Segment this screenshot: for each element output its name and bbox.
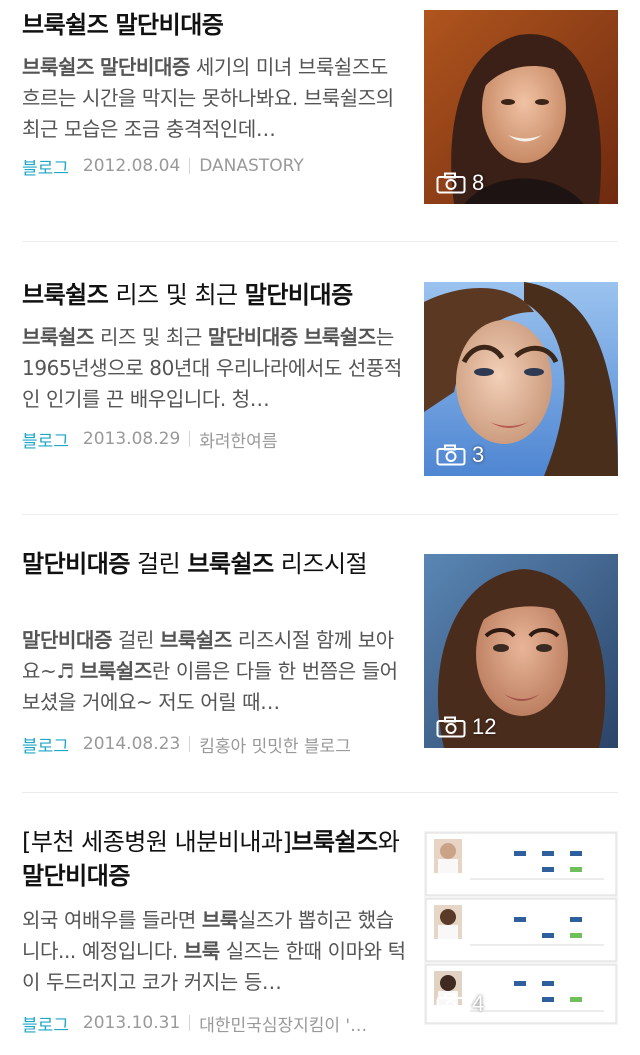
source-link[interactable]: 블로그 — [22, 427, 69, 452]
result-thumbnail[interactable]: 8 — [424, 10, 618, 204]
result-item[interactable]: [부천 세종병원 내분비내과]브룩쉴즈와 말단비대증 외국 여배우를 들라면 브… — [22, 825, 618, 1055]
result-divider — [22, 514, 618, 515]
meta-separator — [189, 736, 191, 752]
meta-separator — [189, 431, 191, 447]
result-snippet: 외국 여배우를 들라면 브룩실즈가 뽑히곤 했습니다... 예정입니다. 브룩 … — [22, 908, 406, 994]
result-thumbnail[interactable]: 12 — [424, 554, 618, 748]
source-link[interactable]: 블로그 — [22, 1011, 69, 1036]
result-item[interactable]: 말단비대증 걸린 브룩쉴즈 리즈시절 말단비대증 걸린 브룩쉴즈 리즈시절 함께… — [22, 547, 618, 777]
photo-count-number: 3 — [472, 442, 485, 467]
result-title[interactable]: 말단비대증 걸린 브룩쉴즈 리즈시절 — [22, 547, 407, 581]
result-item[interactable]: 브룩쉴즈 리즈 및 최근 말단비대증 브룩쉴즈 리즈 및 최근 말단비대증 브룩… — [22, 278, 618, 478]
result-divider — [22, 241, 618, 242]
meta-separator — [189, 158, 191, 174]
result-title[interactable]: 브룩쉴즈 말단비대증 — [22, 8, 407, 42]
result-snippet: 말단비대증 걸린 브룩쉴즈 리즈시절 함께 보아요~♬ 브룩쉴즈란 이름은 다들… — [22, 628, 398, 714]
meta-separator — [189, 1015, 191, 1031]
photo-count: 8 — [436, 170, 484, 196]
result-snippet: 브룩쉴즈 말단비대증 세기의 미녀 브룩쉴즈도 흐르는 시간을 막지는 못하나봐… — [22, 55, 394, 141]
source-link[interactable]: 블로그 — [22, 732, 69, 757]
camera-icon — [436, 172, 466, 194]
result-thumbnail[interactable]: 3 — [424, 282, 618, 476]
post-date: 2013.08.29 — [82, 429, 181, 449]
blog-author[interactable]: 대한민국심장지킴이 '… — [199, 1011, 367, 1036]
result-meta: 블로그 2012.08.04 DANASTORY — [22, 153, 407, 179]
blog-author[interactable]: 화려한여름 — [199, 427, 277, 452]
blog-author[interactable]: DANASTORY — [199, 156, 303, 176]
result-meta: 블로그 2014.08.23 킴홍아 밋밋한 블로그 — [22, 731, 407, 757]
blog-author[interactable]: 킴홍아 밋밋한 블로그 — [199, 732, 351, 757]
result-meta: 블로그 2013.10.31 대한민국심장지킴이 '… — [22, 1010, 407, 1036]
result-title[interactable]: [부천 세종병원 내분비내과]브룩쉴즈와 말단비대증 — [22, 825, 407, 893]
result-title[interactable]: 브룩쉴즈 리즈 및 최근 말단비대증 — [22, 278, 407, 312]
photo-count-number: 8 — [472, 170, 485, 195]
photo-count: 12 — [436, 714, 496, 740]
result-thumbnail[interactable]: 4 — [424, 831, 618, 1025]
photo-count-number: 4 — [472, 991, 485, 1016]
post-date: 2014.08.23 — [82, 734, 181, 754]
result-item[interactable]: 브룩쉴즈 말단비대증 브룩쉴즈 말단비대증 세기의 미녀 브룩쉴즈도 흐르는 시… — [22, 8, 618, 208]
photo-count: 4 — [436, 991, 484, 1017]
photo-count: 3 — [436, 442, 484, 468]
camera-icon — [436, 444, 466, 466]
camera-icon — [436, 993, 466, 1015]
post-date: 2013.10.31 — [82, 1013, 181, 1033]
post-date: 2012.08.04 — [82, 156, 181, 176]
result-snippet: 브룩쉴즈 리즈 및 최근 말단비대증 브룩쉴즈는 1965년생으로 80년대 우… — [22, 325, 402, 411]
camera-icon — [436, 716, 466, 738]
source-link[interactable]: 블로그 — [22, 154, 69, 179]
result-meta: 블로그 2013.08.29 화려한여름 — [22, 426, 407, 452]
result-divider — [22, 792, 618, 793]
photo-count-number: 12 — [472, 714, 497, 739]
